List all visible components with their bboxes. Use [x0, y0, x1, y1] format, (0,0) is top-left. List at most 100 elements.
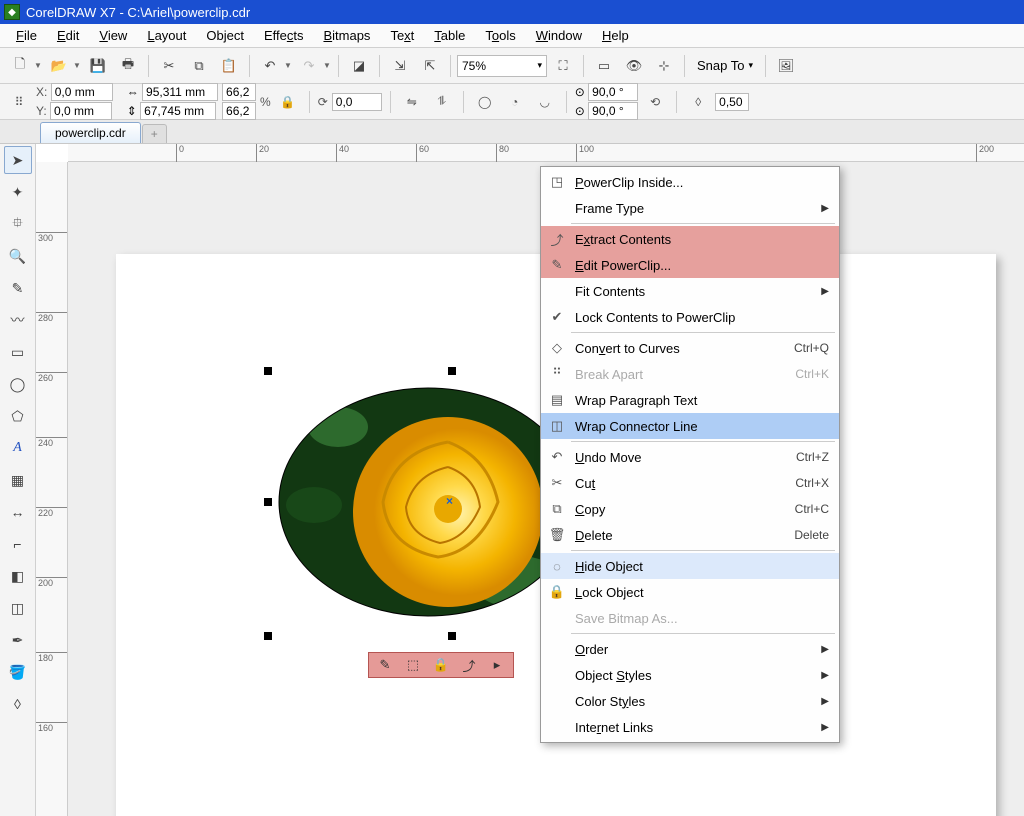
- ellipse-icon[interactable]: ◯: [472, 89, 498, 115]
- arc-icon[interactable]: ◡: [532, 89, 558, 115]
- fill-tool-icon[interactable]: 🪣: [4, 658, 32, 686]
- snap-to-button[interactable]: Snap To ▾: [691, 56, 759, 75]
- rotation-input[interactable]: [332, 93, 382, 111]
- selection-handle[interactable]: [448, 367, 456, 375]
- show-guidelines-icon[interactable]: ⊹: [650, 52, 678, 80]
- menu-view[interactable]: View: [89, 26, 137, 45]
- mirror-v-icon[interactable]: ⥮: [429, 89, 455, 115]
- mirror-h-icon[interactable]: ⇋: [399, 89, 425, 115]
- context-menu-item[interactable]: Fit Contents▶: [541, 278, 839, 304]
- context-menu-item[interactable]: ▤Wrap Paragraph Text: [541, 387, 839, 413]
- redo-icon[interactable]: ↷: [295, 52, 323, 80]
- document-tab-active[interactable]: powerclip.cdr: [40, 122, 141, 143]
- context-menu-item[interactable]: Object Styles▶: [541, 662, 839, 688]
- show-rulers-icon[interactable]: ▭: [590, 52, 618, 80]
- freehand-tool-icon[interactable]: ✎: [4, 274, 32, 302]
- selection-handle[interactable]: [264, 632, 272, 640]
- shape-tool-icon[interactable]: ✦: [4, 178, 32, 206]
- open-icon[interactable]: 📂: [45, 52, 73, 80]
- new-icon[interactable]: 🗋: [6, 52, 34, 80]
- selection-handle[interactable]: [448, 632, 456, 640]
- powerclip-extract-icon[interactable]: ⤴: [457, 655, 481, 675]
- copy-icon[interactable]: ⧉: [185, 52, 213, 80]
- pick-tool-icon[interactable]: ➤: [4, 146, 32, 174]
- artistic-media-icon[interactable]: 〰: [4, 306, 32, 334]
- powerclip-select-icon[interactable]: ⬚: [401, 655, 425, 675]
- context-menu-item[interactable]: Internet Links▶: [541, 714, 839, 740]
- context-menu-item[interactable]: ✔Lock Contents to PowerClip: [541, 304, 839, 330]
- context-menu-item[interactable]: ◫Wrap Connector Line: [541, 413, 839, 439]
- powerclip-lock-icon[interactable]: 🔒: [429, 655, 453, 675]
- outline-width-icon[interactable]: ◊: [685, 89, 711, 115]
- selection-handle[interactable]: [264, 498, 272, 506]
- rectangle-tool-icon[interactable]: ▭: [4, 338, 32, 366]
- menu-effects[interactable]: Effects: [254, 26, 314, 45]
- powerclip-object[interactable]: [278, 387, 578, 617]
- selection-handle[interactable]: [264, 367, 272, 375]
- menu-table[interactable]: Table: [424, 26, 475, 45]
- crop-tool-icon[interactable]: ⯐: [4, 210, 32, 238]
- menu-bitmaps[interactable]: Bitmaps: [313, 26, 380, 45]
- options-icon[interactable]: 🖼: [772, 52, 800, 80]
- scale-y-input[interactable]: [222, 102, 256, 120]
- show-grid-icon[interactable]: 👁: [620, 52, 648, 80]
- pos-x-input[interactable]: [51, 83, 113, 101]
- height-input[interactable]: [140, 102, 216, 120]
- context-menu-item[interactable]: ✂CutCtrl+X: [541, 470, 839, 496]
- menu-layout[interactable]: Layout: [137, 26, 196, 45]
- menu-help[interactable]: Help: [592, 26, 639, 45]
- ellipse-tool-icon[interactable]: ◯: [4, 370, 32, 398]
- start-angle-input[interactable]: [588, 83, 638, 101]
- search-content-icon[interactable]: ◪: [345, 52, 373, 80]
- object-origin-icon[interactable]: ⠿: [6, 89, 32, 115]
- full-screen-icon[interactable]: ⛶: [549, 52, 577, 80]
- import-icon[interactable]: ⇲: [386, 52, 414, 80]
- powerclip-more-icon[interactable]: ▸: [485, 655, 509, 675]
- context-menu-item[interactable]: Color Styles▶: [541, 688, 839, 714]
- context-menu-item[interactable]: Order▶: [541, 636, 839, 662]
- text-tool-icon[interactable]: A: [4, 434, 32, 462]
- context-menu-item[interactable]: 🔒Lock Object: [541, 579, 839, 605]
- pos-y-input[interactable]: [50, 102, 112, 120]
- outline-tool-icon[interactable]: ◊: [4, 690, 32, 718]
- drop-shadow-icon[interactable]: ◧: [4, 562, 32, 590]
- zoom-select[interactable]: 75%▾: [457, 55, 547, 77]
- context-menu-item[interactable]: Frame Type▶: [541, 195, 839, 221]
- dimension-tool-icon[interactable]: ↔: [4, 498, 32, 526]
- end-angle-input[interactable]: [588, 102, 638, 120]
- context-menu-item[interactable]: ⧉CopyCtrl+C: [541, 496, 839, 522]
- width-input[interactable]: [142, 83, 218, 101]
- save-icon[interactable]: 💾: [84, 52, 112, 80]
- context-menu-item[interactable]: ↶Undo MoveCtrl+Z: [541, 444, 839, 470]
- connector-tool-icon[interactable]: ⌐: [4, 530, 32, 558]
- print-icon[interactable]: 🖶: [114, 52, 142, 80]
- eyedropper-icon[interactable]: ✒: [4, 626, 32, 654]
- menu-object[interactable]: Object: [196, 26, 254, 45]
- add-tab-button[interactable]: +: [142, 124, 167, 143]
- undo-icon[interactable]: ↶: [256, 52, 284, 80]
- lock-ratio-icon[interactable]: 🔒: [275, 89, 301, 115]
- context-menu-item[interactable]: ◳PowerClip Inside...: [541, 169, 839, 195]
- pie-icon[interactable]: ◔: [502, 89, 528, 115]
- table-tool-icon[interactable]: ▦: [4, 466, 32, 494]
- zoom-tool-icon[interactable]: 🔍: [4, 242, 32, 270]
- menu-window[interactable]: Window: [526, 26, 592, 45]
- cut-icon[interactable]: ✂: [155, 52, 183, 80]
- paste-icon[interactable]: 📋: [215, 52, 243, 80]
- context-menu-item[interactable]: 🗑DeleteDelete: [541, 522, 839, 548]
- menu-tools[interactable]: Tools: [475, 26, 525, 45]
- menu-text[interactable]: Text: [380, 26, 424, 45]
- menu-file[interactable]: File: [6, 26, 47, 45]
- context-menu-item[interactable]: ✎Edit PowerClip...: [541, 252, 839, 278]
- context-menu-item[interactable]: ◇Convert to CurvesCtrl+Q: [541, 335, 839, 361]
- polygon-tool-icon[interactable]: ⬠: [4, 402, 32, 430]
- transparency-icon[interactable]: ◫: [4, 594, 32, 622]
- swap-angle-icon[interactable]: ⟲: [642, 89, 668, 115]
- powerclip-edit-icon[interactable]: ✎: [373, 655, 397, 675]
- context-menu-item[interactable]: ⤴Extract Contents: [541, 226, 839, 252]
- scale-x-input[interactable]: [222, 83, 256, 101]
- outline-width-input[interactable]: [715, 93, 749, 111]
- context-menu-item[interactable]: ◌Hide Object: [541, 553, 839, 579]
- export-icon[interactable]: ⇱: [416, 52, 444, 80]
- menu-edit[interactable]: Edit: [47, 26, 89, 45]
